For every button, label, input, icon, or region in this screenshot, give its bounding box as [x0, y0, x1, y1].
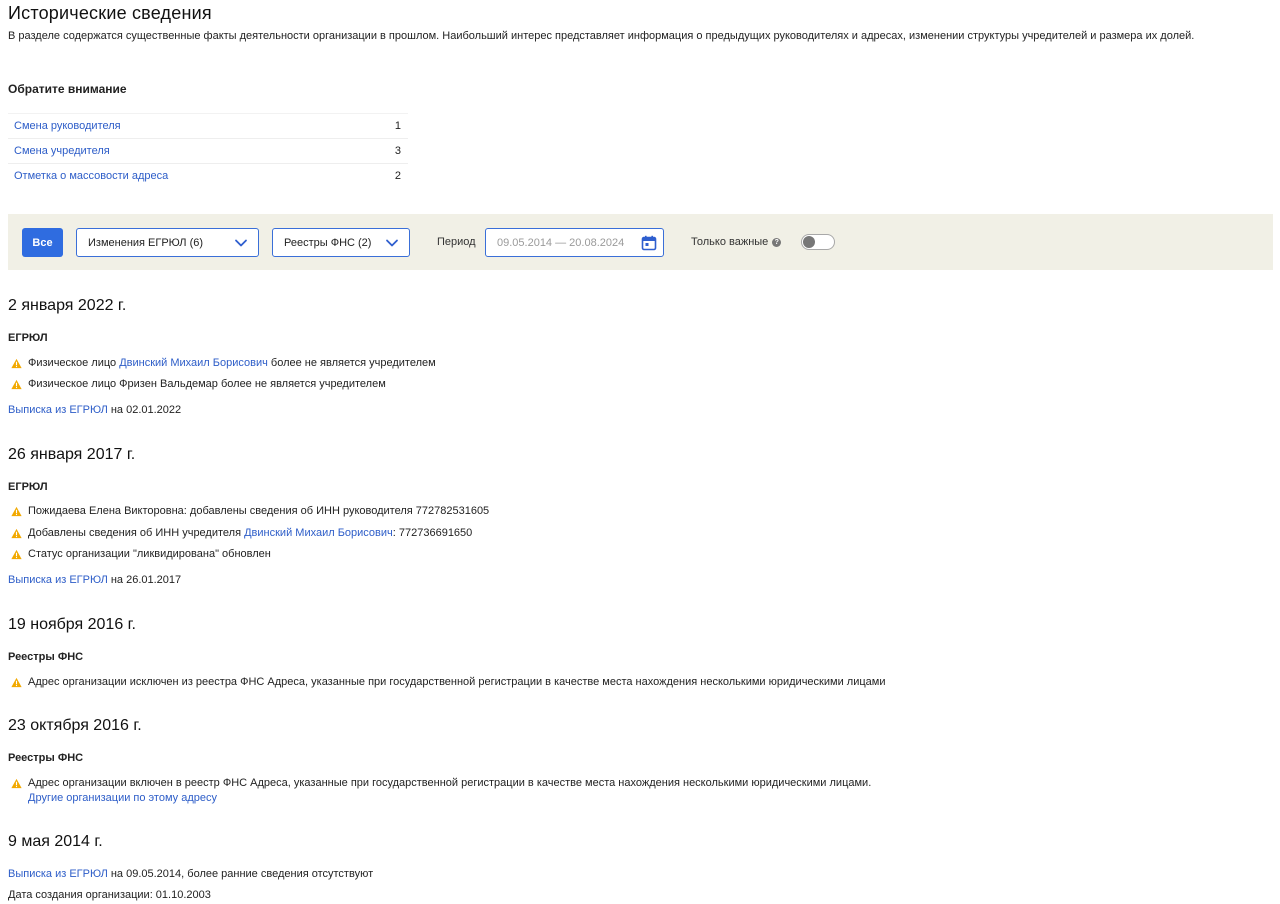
extract-line: Выписка из ЕГРЮЛ на 02.01.2022 — [8, 404, 181, 416]
only-important-toggle[interactable] — [801, 234, 835, 250]
notice-link-director-change[interactable]: Смена руководителя — [14, 120, 121, 132]
event-text: Пожидаева Елена Викторовна: добавлены св… — [28, 505, 490, 517]
event-source-heading: Реестры ФНС — [8, 651, 84, 663]
notice-link-mass-address[interactable]: Отметка о массовости адреса — [14, 170, 168, 182]
warning-icon — [11, 506, 22, 517]
calendar-icon[interactable] — [641, 235, 657, 251]
event-source-heading: ЕГРЮЛ — [8, 332, 48, 344]
extract-note: на 09.05.2014, более ранние сведения отс… — [107, 868, 374, 880]
event-date-heading: 26 января 2017 г. — [8, 446, 136, 463]
notice-row-founder-change: Смена учредителя 3 — [8, 138, 408, 163]
event-item: Физическое лицо Двинский Михаил Борисови… — [11, 356, 436, 371]
fns-registries-select[interactable]: Реестры ФНС (2) — [272, 228, 410, 257]
event-text-part: Физическое лицо — [28, 357, 120, 369]
only-important-text: Только важные — [691, 236, 769, 248]
notice-row-director-change: Смена руководителя 1 — [8, 113, 408, 138]
page-title: Исторические сведения — [8, 3, 212, 23]
event-text-part: : 772736691650 — [392, 527, 473, 539]
notice-table: Смена руководителя 1 Смена учредителя 3 … — [8, 113, 408, 188]
egrul-changes-select-label: Изменения ЕГРЮЛ (6) — [88, 236, 204, 249]
warning-icon — [11, 358, 22, 369]
event-item: Статус организации "ликвидирована" обнов… — [11, 547, 271, 562]
warning-icon — [11, 778, 22, 789]
egrul-extract-link[interactable]: Выписка из ЕГРЮЛ — [8, 868, 108, 880]
fns-registries-select-label: Реестры ФНС (2) — [284, 236, 372, 249]
toggle-knob — [803, 236, 815, 248]
event-item: Адрес организации исключен из реестра ФН… — [11, 675, 885, 690]
warning-icon — [11, 677, 22, 688]
event-text: Физическое лицо Фризен Вальдемар более н… — [28, 378, 386, 390]
event-text: Добавлены сведения об ИНН учредителя Дви… — [28, 526, 472, 541]
extract-date: на 02.01.2022 — [107, 404, 182, 416]
filter-bar: Все Изменения ЕГРЮЛ (6) Реестры ФНС (2) … — [8, 214, 1273, 270]
info-icon[interactable]: ? — [772, 237, 782, 247]
filter-all-button[interactable]: Все — [22, 228, 63, 257]
event-date-heading: 19 ноября 2016 г. — [8, 616, 136, 633]
warning-icon — [11, 549, 22, 560]
extract-line: Выписка из ЕГРЮЛ на 09.05.2014, более ра… — [8, 868, 373, 880]
notice-row-mass-address: Отметка о массовости адреса 2 — [8, 163, 408, 188]
period-value: 09.05.2014 — 20.08.2024 — [497, 236, 625, 249]
event-text: Статус организации "ликвидирована" обнов… — [28, 548, 271, 560]
only-important-label: Только важные ? — [691, 236, 782, 248]
other-organizations-link[interactable]: Другие организации по этому адресу — [28, 792, 217, 804]
egrul-extract-link[interactable]: Выписка из ЕГРЮЛ — [8, 404, 108, 416]
egrul-extract-link[interactable]: Выписка из ЕГРЮЛ — [8, 574, 108, 586]
notice-link-founder-change[interactable]: Смена учредителя — [14, 145, 110, 157]
extract-line: Выписка из ЕГРЮЛ на 26.01.2017 — [8, 574, 181, 586]
warning-icon — [11, 379, 22, 390]
event-date-heading: 2 января 2022 г. — [8, 297, 127, 314]
page-description: В разделе содержатся существенные факты … — [8, 30, 1195, 42]
event-item: Адрес организации включен в реестр ФНС А… — [11, 776, 871, 791]
person-link[interactable]: Двинский Михаил Борисович — [119, 357, 268, 369]
notice-count: 2 — [394, 170, 401, 182]
egrul-changes-select[interactable]: Изменения ЕГРЮЛ (6) — [76, 228, 259, 257]
notice-count: 1 — [394, 120, 401, 132]
event-item: Физическое лицо Фризен Вальдемар более н… — [11, 377, 386, 392]
event-text: Адрес организации включен в реестр ФНС А… — [28, 777, 872, 789]
event-item: Пожидаева Елена Викторовна: добавлены св… — [11, 504, 489, 519]
event-source-heading: Реестры ФНС — [8, 752, 84, 764]
event-text: Физическое лицо Двинский Михаил Борисови… — [28, 356, 436, 371]
chevron-down-icon — [235, 239, 247, 246]
creation-date: Дата создания организации: 01.10.2003 — [8, 889, 211, 901]
warning-icon — [11, 528, 22, 539]
event-source-heading: ЕГРЮЛ — [8, 481, 48, 493]
extract-date: на 26.01.2017 — [107, 574, 182, 586]
period-date-range-input[interactable]: 09.05.2014 — 20.08.2024 — [485, 228, 664, 257]
event-date-heading: 23 октября 2016 г. — [8, 717, 142, 734]
notice-title: Обратите внимание — [8, 82, 127, 96]
event-item: Добавлены сведения об ИНН учредителя Дви… — [11, 526, 472, 541]
person-link[interactable]: Двинский Михаил Борисович — [244, 527, 393, 539]
event-text-part: более не является учредителем — [267, 357, 436, 369]
event-date-heading: 9 мая 2014 г. — [8, 833, 103, 850]
chevron-down-icon — [386, 239, 398, 246]
event-text: Адрес организации исключен из реестра ФН… — [28, 676, 886, 688]
period-label: Период — [437, 236, 476, 248]
event-text-part: Добавлены сведения об ИНН учредителя — [28, 527, 245, 539]
notice-count: 3 — [394, 145, 401, 157]
